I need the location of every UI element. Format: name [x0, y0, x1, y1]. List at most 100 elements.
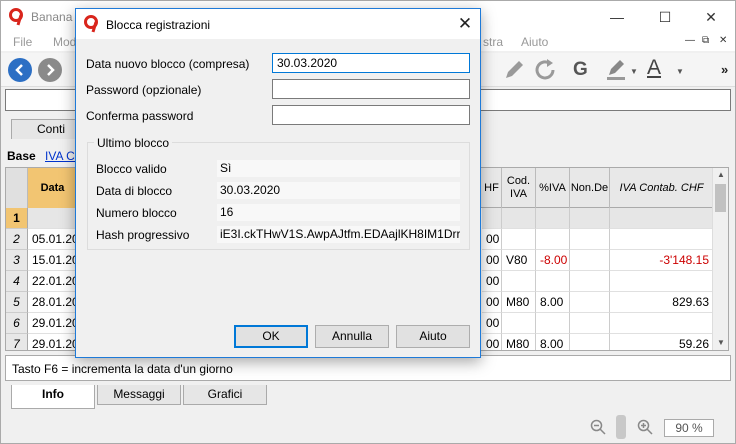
close-window-icon[interactable]: ✕	[701, 7, 721, 27]
table-cell-pct[interactable]: 8.00	[536, 292, 570, 313]
header-hf[interactable]: HF	[482, 168, 502, 208]
lock-number-label: Numero blocco	[96, 206, 177, 220]
table-cell-nonde[interactable]	[570, 271, 610, 292]
table-cell-cod[interactable]	[502, 271, 536, 292]
table-cell-date[interactable]	[28, 208, 78, 229]
zoom-level[interactable]: 90 %	[664, 419, 714, 437]
table-cell-contab[interactable]	[610, 229, 714, 250]
table-cell-contab[interactable]: 59.26	[610, 334, 714, 350]
table-cell-hf[interactable]: 00	[482, 271, 502, 292]
maximize-icon[interactable]: ☐	[655, 7, 675, 27]
table-cell-nonde[interactable]	[570, 250, 610, 271]
table-cell-pct[interactable]	[536, 271, 570, 292]
table-cell-cod[interactable]: M80	[502, 334, 536, 350]
header-iva-contab[interactable]: IVA Contab. CHF	[610, 168, 714, 208]
tab-info[interactable]: Info	[11, 385, 95, 409]
font-color-icon[interactable]: A	[647, 56, 661, 80]
table-cell-nonde[interactable]	[570, 292, 610, 313]
table-cell-hf[interactable]: 00	[482, 229, 502, 250]
close-icon[interactable]: ✕	[454, 14, 476, 34]
table-cell-date[interactable]: 29.01.20	[28, 313, 78, 334]
chevron-down-icon[interactable]: ▼	[676, 67, 684, 76]
cancel-button[interactable]: Annulla	[315, 325, 389, 348]
bold-icon[interactable]: G	[573, 59, 588, 81]
table-cell-date[interactable]: 28.01.20	[28, 292, 78, 313]
menu-file[interactable]: File	[13, 35, 32, 49]
header-cod-iva[interactable]: Cod. IVA	[502, 168, 536, 208]
table-cell-cod[interactable]	[502, 229, 536, 250]
row-number[interactable]: 6	[6, 313, 28, 334]
confirm-password-label: Conferma password	[86, 109, 194, 123]
help-button[interactable]: Aiuto	[396, 325, 470, 348]
table-cell-date[interactable]: 29.01.20	[28, 334, 78, 350]
mdi-restore-icon[interactable]: ⧉	[702, 35, 709, 46]
lock-date-input[interactable]	[272, 53, 470, 73]
table-cell-nonde[interactable]	[570, 208, 610, 229]
row-number[interactable]: 2	[6, 229, 28, 250]
mdi-close-icon[interactable]: ✕	[719, 35, 727, 46]
table-cell-contab[interactable]	[610, 271, 714, 292]
header-pct-iva[interactable]: %IVA	[536, 168, 570, 208]
app-title: Banana	[31, 10, 73, 24]
row-number[interactable]: 5	[6, 292, 28, 313]
header-data[interactable]: Data	[28, 168, 78, 208]
password-input[interactable]	[272, 79, 470, 99]
lock-valid-label: Blocco valido	[96, 162, 167, 176]
table-cell-nonde[interactable]	[570, 334, 610, 350]
table-cell-pct[interactable]: -8.00	[536, 250, 570, 271]
menu-aiuto[interactable]: Aiuto	[521, 35, 548, 49]
row-number[interactable]: 4	[6, 271, 28, 292]
hash-label: Hash progressivo	[96, 228, 190, 242]
table-cell-pct[interactable]	[536, 229, 570, 250]
chevron-down-icon[interactable]: ▼	[630, 67, 638, 76]
table-scrollbar[interactable]: ▲ ▼	[712, 168, 728, 350]
table-cell-cod[interactable]	[502, 208, 536, 229]
scroll-thumb[interactable]	[715, 184, 726, 212]
table-cell-pct[interactable]	[536, 313, 570, 334]
ok-button[interactable]: OK	[234, 325, 308, 348]
menu-modifica[interactable]: Mod	[53, 35, 76, 49]
table-cell-hf[interactable]: 00	[482, 292, 502, 313]
highlight-icon[interactable]	[605, 59, 627, 81]
table-cell-cod[interactable]: M80	[502, 292, 536, 313]
table-cell-pct[interactable]	[536, 208, 570, 229]
table-cell-contab[interactable]	[610, 313, 714, 334]
table-cell-contab[interactable]: 829.63	[610, 292, 714, 313]
scroll-down-icon[interactable]: ▼	[717, 338, 725, 347]
view-label: Base	[7, 149, 36, 163]
edit-pencil-icon[interactable]	[503, 59, 527, 81]
table-cell-cod[interactable]: V80	[502, 250, 536, 271]
confirm-password-input[interactable]	[272, 105, 470, 125]
lock-registrations-dialog: Blocca registrazioni ✕ Data nuovo blocco…	[75, 8, 481, 358]
zoom-out-icon[interactable]	[590, 419, 606, 435]
back-button[interactable]	[8, 58, 32, 82]
table-cell-hf[interactable]: 00	[482, 334, 502, 350]
table-cell-date[interactable]: 05.01.20	[28, 229, 78, 250]
row-number[interactable]: 1	[6, 208, 28, 229]
table-cell-cod[interactable]	[502, 313, 536, 334]
table-cell-hf[interactable]: 00	[482, 313, 502, 334]
table-cell-hf[interactable]	[482, 208, 502, 229]
tab-grafici[interactable]: Grafici	[183, 385, 267, 405]
mdi-minimize-icon[interactable]: —	[685, 35, 695, 46]
table-cell-date[interactable]: 22.01.20	[28, 271, 78, 292]
refresh-icon[interactable]	[533, 58, 559, 82]
table-cell-pct[interactable]: 8.00	[536, 334, 570, 350]
overflow-icon[interactable]: »	[721, 62, 728, 77]
zoom-in-icon[interactable]	[637, 419, 653, 435]
table-cell-contab[interactable]: -3'148.15	[610, 250, 714, 271]
menu-mostra[interactable]: stra	[483, 35, 503, 49]
table-cell-nonde[interactable]	[570, 229, 610, 250]
zoom-slider[interactable]	[616, 415, 626, 439]
table-cell-date[interactable]: 15.01.20	[28, 250, 78, 271]
table-cell-contab[interactable]	[610, 208, 714, 229]
row-number[interactable]: 7	[6, 334, 28, 350]
header-nonde[interactable]: Non.De	[570, 168, 610, 208]
table-cell-nonde[interactable]	[570, 313, 610, 334]
scroll-up-icon[interactable]: ▲	[717, 170, 725, 179]
row-number[interactable]: 3	[6, 250, 28, 271]
forward-button[interactable]	[38, 58, 62, 82]
minimize-icon[interactable]: —	[607, 7, 627, 27]
table-cell-hf[interactable]: 00	[482, 250, 502, 271]
tab-messaggi[interactable]: Messaggi	[97, 385, 181, 405]
